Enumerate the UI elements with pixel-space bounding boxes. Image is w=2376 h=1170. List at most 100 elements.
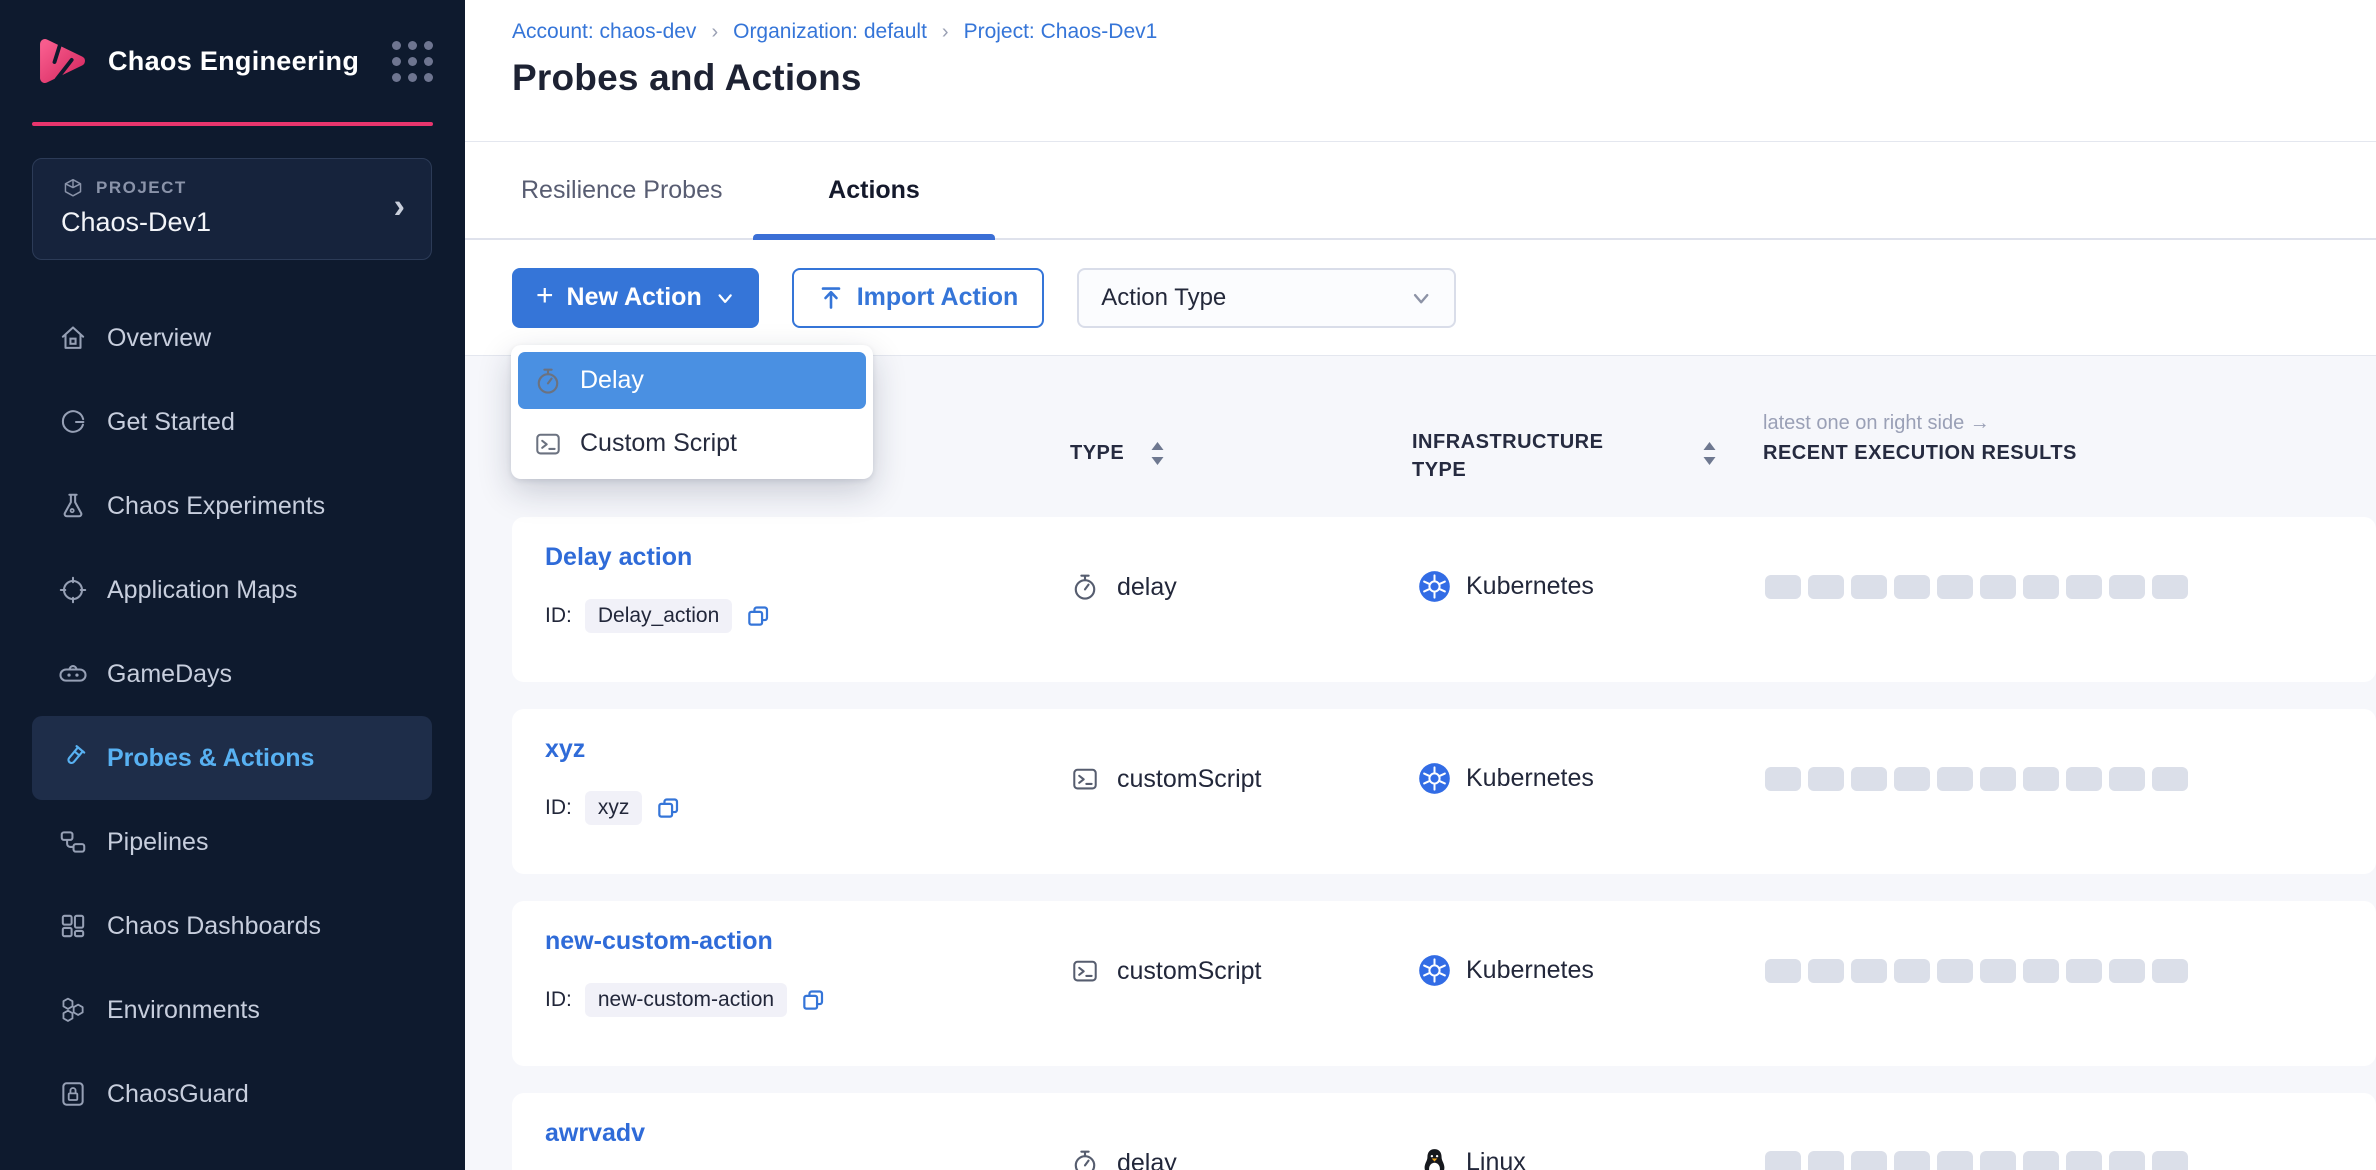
sidebar-item-label: Get Started (107, 408, 235, 437)
tab-actions[interactable]: Actions (753, 142, 995, 238)
new-action-button[interactable]: + New Action (512, 268, 759, 328)
stopwatch-icon (1070, 572, 1100, 602)
sidebar-header: Chaos Engineering (0, 0, 465, 122)
type-value: delay (1117, 573, 1177, 602)
sidebar-item-get-started[interactable]: Get Started (32, 380, 432, 464)
sidebar-item-pipelines[interactable]: Pipelines (32, 800, 432, 884)
recent-execution-results (1765, 767, 2188, 791)
copy-icon[interactable] (800, 987, 827, 1014)
test-tube-icon (58, 743, 88, 773)
execution-result-placeholder (1937, 959, 1973, 983)
execution-result-placeholder (1851, 959, 1887, 983)
execution-result-placeholder (2023, 959, 2059, 983)
pipeline-icon (58, 827, 88, 857)
table-row: new-custom-action ID: new-custom-action … (512, 901, 2376, 1066)
copy-icon[interactable] (655, 795, 682, 822)
execution-result-placeholder (2066, 959, 2102, 983)
breadcrumb-account[interactable]: Account: chaos-dev (512, 20, 696, 44)
infrastructure-cell: Kubernetes (1418, 570, 1594, 603)
brand-divider (32, 122, 433, 126)
action-id-row: ID: new-custom-action (545, 983, 827, 1017)
type-value: customScript (1117, 957, 1261, 986)
action-id-row: ID: xyz (545, 791, 682, 825)
execution-result-placeholder (1937, 575, 1973, 599)
kubernetes-icon (1418, 762, 1451, 795)
sidebar: Chaos Engineering PROJECT Chaos-Dev1 › O… (0, 0, 465, 1170)
sort-type-icon[interactable] (1150, 440, 1165, 467)
sidebar-nav: Overview Get Started Chaos Experiments A… (0, 296, 465, 1136)
progress-circle-icon (58, 407, 88, 437)
recent-execution-results (1765, 575, 2188, 599)
type-cell: delay (1070, 1148, 1177, 1170)
project-label: PROJECT (96, 178, 187, 198)
sidebar-item-chaosguard[interactable]: ChaosGuard (32, 1052, 432, 1136)
chevron-right-icon: › (942, 21, 949, 44)
linux-icon (1418, 1146, 1451, 1170)
action-name-link[interactable]: awrvadv (545, 1119, 645, 1148)
breadcrumb: Account: chaos-dev › Organization: defau… (512, 20, 2376, 44)
menu-item-custom-script[interactable]: Custom Script (518, 415, 866, 472)
project-selector[interactable]: PROJECT Chaos-Dev1 › (32, 158, 432, 260)
sidebar-item-application-maps[interactable]: Application Maps (32, 548, 432, 632)
action-name-link[interactable]: new-custom-action (545, 927, 773, 956)
sidebar-item-label: Overview (107, 324, 211, 353)
execution-result-placeholder (1980, 1151, 2016, 1170)
execution-result-placeholder (1937, 1151, 1973, 1170)
tab-resilience-probes[interactable]: Resilience Probes (521, 142, 738, 238)
sidebar-item-label: Chaos Dashboards (107, 912, 321, 941)
type-cell: customScript (1070, 956, 1261, 986)
sidebar-item-label: ChaosGuard (107, 1080, 249, 1109)
execution-result-placeholder (1894, 767, 1930, 791)
tab-bar: Resilience Probes Actions (465, 142, 2376, 240)
sidebar-item-label: Environments (107, 996, 260, 1025)
upload-icon (818, 285, 844, 311)
type-cell: delay (1070, 572, 1177, 602)
terminal-icon (1070, 956, 1100, 986)
infrastructure-value: Kubernetes (1466, 956, 1594, 985)
copy-icon[interactable] (745, 603, 772, 630)
sidebar-item-chaos-experiments[interactable]: Chaos Experiments (32, 464, 432, 548)
sidebar-item-environments[interactable]: Environments (32, 968, 432, 1052)
breadcrumb-project[interactable]: Project: Chaos-Dev1 (964, 20, 1158, 44)
sidebar-item-overview[interactable]: Overview (32, 296, 432, 380)
project-name: Chaos-Dev1 (61, 207, 411, 238)
sort-infrastructure-icon[interactable] (1702, 440, 1717, 467)
app-root: Chaos Engineering PROJECT Chaos-Dev1 › O… (0, 0, 2376, 1170)
execution-result-placeholder (1851, 575, 1887, 599)
execution-result-placeholder (2023, 767, 2059, 791)
action-name-link[interactable]: xyz (545, 735, 585, 764)
sidebar-item-label: Probes & Actions (107, 744, 314, 773)
action-name-link[interactable]: Delay action (545, 543, 692, 572)
infrastructure-value: Kubernetes (1466, 764, 1594, 793)
app-title: Chaos Engineering (108, 46, 359, 77)
sidebar-item-gamedays[interactable]: GameDays (32, 632, 432, 716)
module-switcher-icon[interactable] (392, 41, 433, 82)
execution-result-placeholder (1894, 575, 1930, 599)
action-type-select[interactable]: Action Type (1077, 268, 1456, 328)
execution-result-placeholder (1808, 959, 1844, 983)
chevron-down-icon (715, 288, 735, 308)
sidebar-item-chaos-dashboards[interactable]: Chaos Dashboards (32, 884, 432, 968)
menu-item-label: Delay (580, 366, 644, 395)
execution-result-placeholder (1937, 767, 1973, 791)
flask-icon (58, 491, 88, 521)
execution-result-placeholder (2152, 767, 2188, 791)
terminal-icon (1070, 764, 1100, 794)
execution-result-placeholder (2152, 1151, 2188, 1170)
sidebar-item-label: GameDays (107, 660, 232, 689)
home-icon (58, 323, 88, 353)
plus-icon: + (536, 279, 554, 313)
hexagons-icon (58, 995, 88, 1025)
breadcrumb-organization[interactable]: Organization: default (733, 20, 927, 44)
chevron-right-icon: › (394, 188, 405, 227)
chaos-engineering-logo-icon (32, 31, 92, 91)
infrastructure-value: Linux (1466, 1148, 1526, 1170)
dashboard-grid-icon (58, 911, 88, 941)
menu-item-delay[interactable]: Delay (518, 352, 866, 409)
terminal-icon (533, 429, 563, 459)
import-action-button[interactable]: Import Action (792, 268, 1045, 328)
execution-result-placeholder (1851, 767, 1887, 791)
sidebar-item-probes-actions[interactable]: Probes & Actions (32, 716, 432, 800)
execution-result-placeholder (1851, 1151, 1887, 1170)
execution-result-placeholder (2066, 1151, 2102, 1170)
